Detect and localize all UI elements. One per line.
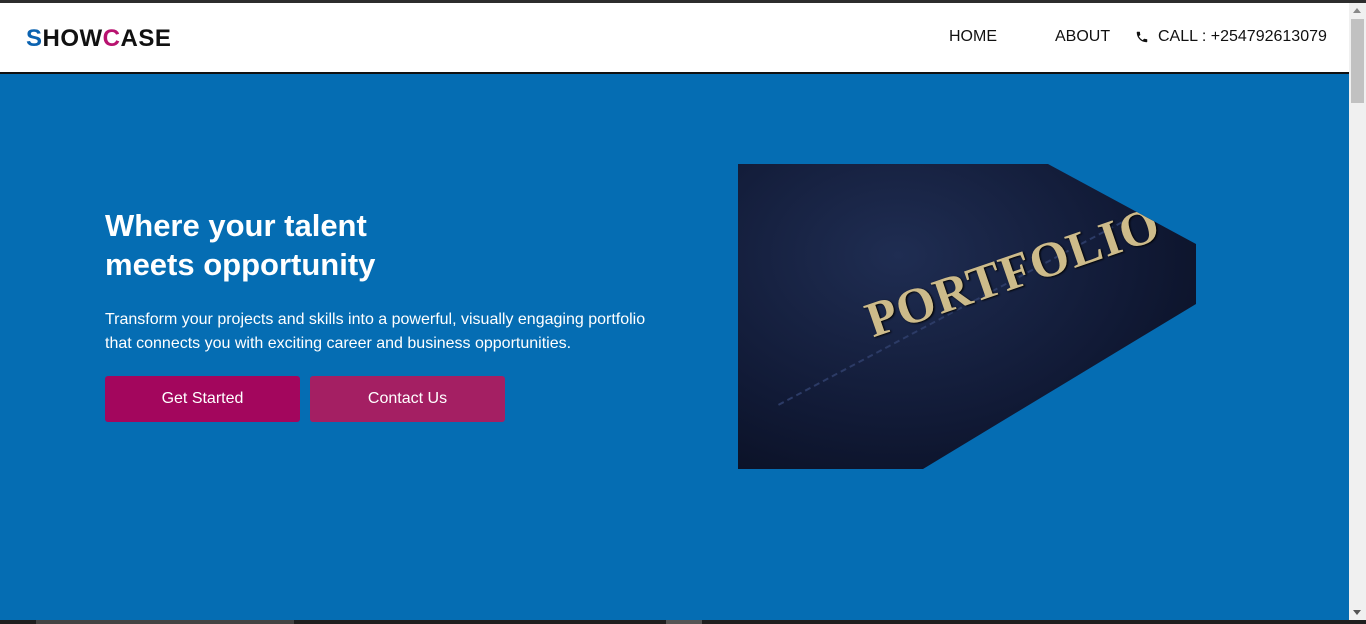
- portfolio-hero-image: PORTFOLIO: [738, 164, 1196, 469]
- taskbar-item[interactable]: [36, 620, 294, 624]
- hero-title: Where your talent meets opportunity: [105, 206, 465, 284]
- portfolio-embossed-text: PORTFOLIO: [858, 194, 1168, 348]
- page-viewport: SHOWCASE HOME ABOUT CALL : +254792613079…: [0, 3, 1349, 620]
- site-header: SHOWCASE HOME ABOUT CALL : +254792613079: [0, 3, 1349, 74]
- nav-call-link[interactable]: CALL : +254792613079: [1135, 28, 1327, 46]
- logo-letter-s: S: [26, 25, 43, 52]
- scroll-up-arrow-icon[interactable]: [1353, 8, 1361, 13]
- nav-about-link[interactable]: ABOUT: [1055, 28, 1110, 46]
- get-started-button[interactable]: Get Started: [105, 376, 300, 422]
- scroll-down-arrow-icon[interactable]: [1353, 610, 1361, 615]
- logo-part-ase: ASE: [120, 25, 172, 52]
- logo-letter-c: C: [102, 25, 121, 52]
- phone-icon: [1136, 31, 1148, 43]
- hero-title-line-2: meets opportunity: [105, 247, 376, 282]
- taskbar-item[interactable]: [666, 620, 702, 624]
- contact-us-button[interactable]: Contact Us: [310, 376, 505, 422]
- vertical-scrollbar[interactable]: [1349, 3, 1366, 620]
- hero-description: Transform your projects and skills into …: [105, 311, 646, 352]
- nav-call-label: CALL : +254792613079: [1158, 28, 1327, 45]
- nav-home-link[interactable]: HOME: [949, 28, 997, 46]
- scrollbar-thumb[interactable]: [1351, 19, 1364, 103]
- site-logo[interactable]: SHOWCASE: [26, 25, 171, 53]
- hero-title-line-1: Where your talent: [105, 208, 367, 243]
- taskbar-strip: [0, 620, 1366, 624]
- logo-part-how: HOW: [42, 25, 103, 52]
